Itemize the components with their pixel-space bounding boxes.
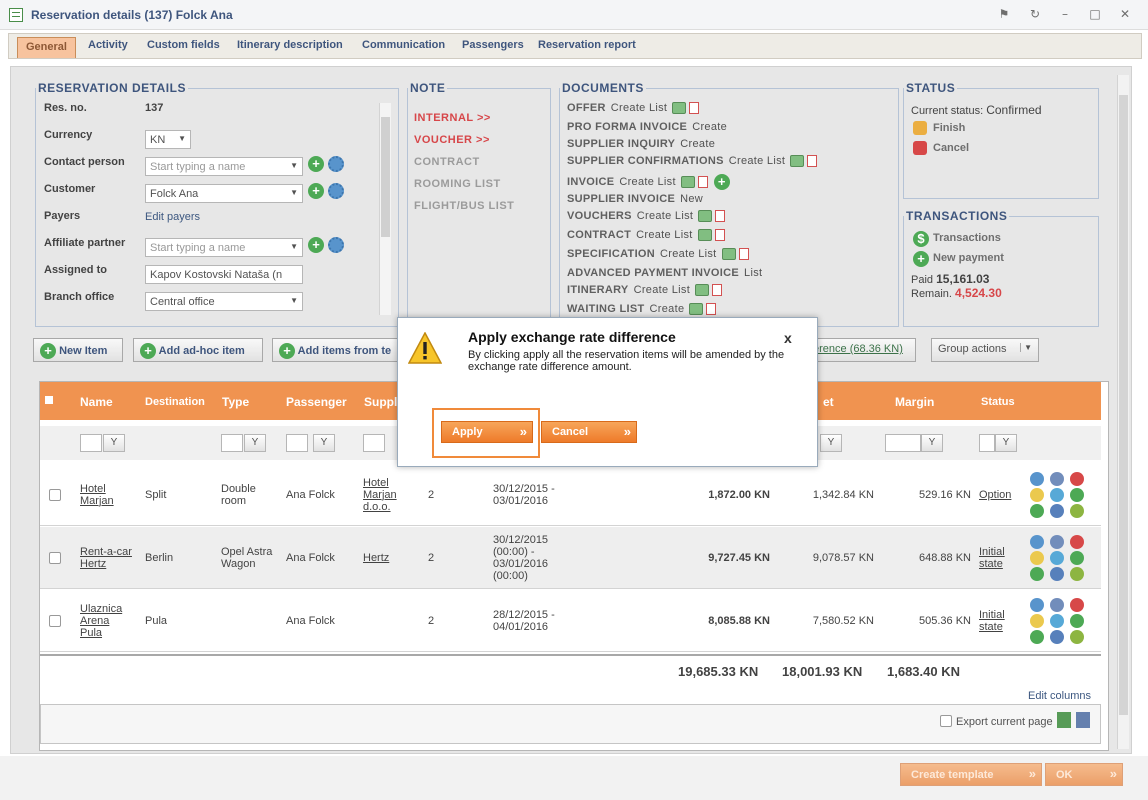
cancel-label: Cancel <box>552 426 589 438</box>
exchange-rate-dialog: Apply exchange rate difference By clicki… <box>397 317 818 467</box>
dialog-message: By clicking apply all the reservation it… <box>468 349 785 373</box>
chevron-right-icon: » <box>519 424 527 439</box>
apply-label: Apply <box>452 426 483 438</box>
close-icon[interactable]: x <box>784 330 792 346</box>
dialog-title: Apply exchange rate difference <box>468 329 676 345</box>
cancel-button[interactable]: Cancel » <box>541 421 637 443</box>
chevron-right-icon: » <box>623 424 631 439</box>
apply-button[interactable]: Apply » <box>441 421 533 443</box>
warning-icon <box>408 332 442 364</box>
